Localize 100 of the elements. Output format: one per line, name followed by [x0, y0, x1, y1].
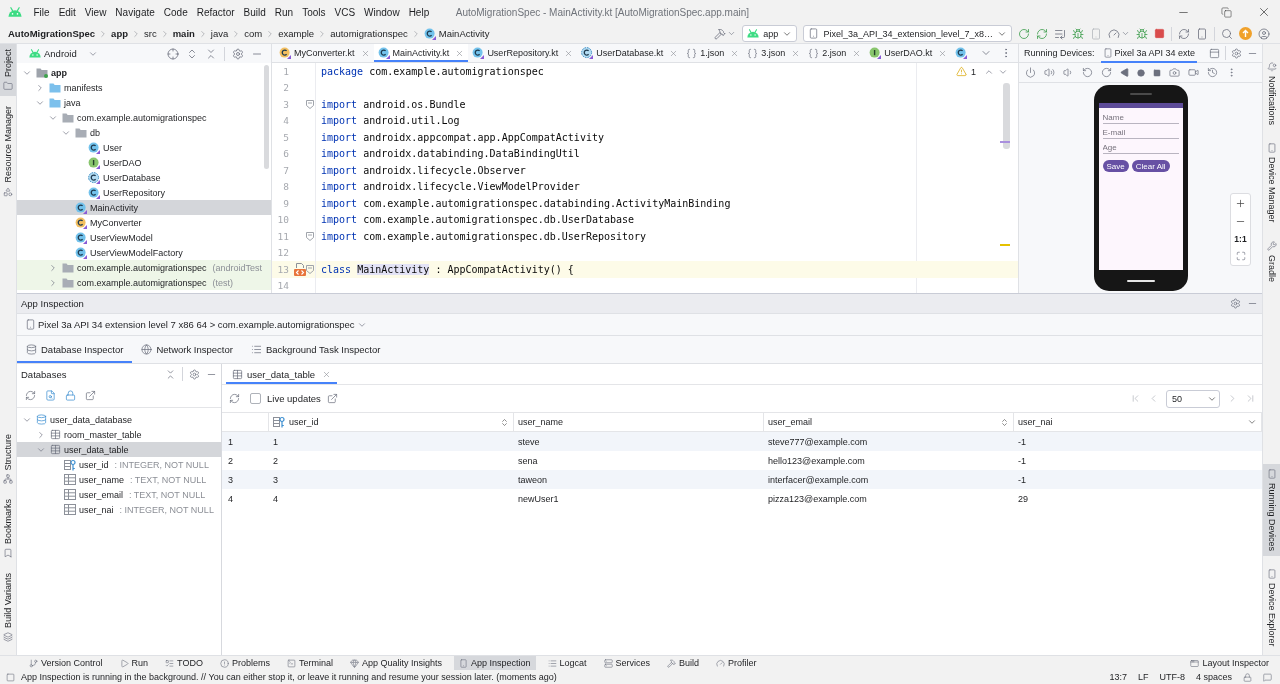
external-link-icon[interactable] — [85, 390, 96, 401]
tree-item[interactable]: user_name : TEXT, NOT NULL — [17, 472, 221, 487]
inspector-tab[interactable]: Database Inspector — [17, 336, 133, 363]
tool-window-button[interactable]: Profiler — [711, 656, 762, 670]
breadcrumb[interactable]: AutoMigrationSpec — [8, 28, 96, 39]
plus-icon[interactable] — [1235, 198, 1246, 209]
rotate-right-icon[interactable] — [1101, 67, 1112, 78]
menu-item[interactable]: VCS — [330, 1, 360, 23]
chevron-right-icon[interactable] — [48, 277, 58, 288]
tree-item[interactable]: UserViewModelFactory — [17, 245, 271, 260]
tree-item[interactable]: app — [17, 65, 271, 80]
tree-item[interactable]: java — [17, 95, 271, 110]
chevrons-down-up-icon[interactable] — [205, 47, 217, 60]
status-item[interactable]: LF — [1137, 672, 1149, 682]
tool-window-button[interactable]: App Quality Insights — [344, 656, 447, 670]
bug-icon[interactable] — [1136, 27, 1148, 40]
tree-item[interactable]: UserDAO — [17, 155, 271, 170]
tree-item[interactable]: UserViewModel — [17, 230, 271, 245]
tool-window-button[interactable]: Build Variants — [0, 568, 16, 647]
menu-item[interactable]: File — [29, 1, 55, 23]
breadcrumb[interactable]: MainActivity — [423, 27, 490, 40]
menu-item[interactable]: View — [80, 1, 111, 23]
search-icon[interactable] — [1221, 27, 1233, 40]
crosshair-icon[interactable] — [167, 47, 179, 60]
rotate-left-icon[interactable] — [1082, 67, 1093, 78]
camera-icon[interactable] — [1169, 67, 1180, 78]
actual-size-button[interactable]: 1:1 — [1234, 234, 1247, 244]
tree-item[interactable]: user_data_table — [17, 442, 221, 457]
tool-window-button[interactable]: Project — [0, 44, 16, 96]
chevron-right-icon[interactable] — [35, 82, 45, 93]
tree-item[interactable]: com.example.automigrationspec (androidTest — [17, 260, 271, 275]
column-header[interactable]: user_name — [514, 413, 764, 431]
menu-item[interactable]: Navigate — [110, 1, 160, 23]
breadcrumb[interactable]: automigrationspec — [330, 28, 408, 39]
tool-window-button[interactable]: Layout Inspector — [1185, 656, 1274, 670]
tool-window-button[interactable]: Terminal — [281, 656, 338, 670]
square-icon[interactable] — [6, 672, 15, 682]
text-field[interactable]: Name — [1102, 111, 1179, 124]
tree-item[interactable]: UserDatabase — [17, 170, 271, 185]
restore-icon[interactable] — [1221, 6, 1232, 18]
volume-up-icon[interactable] — [1044, 67, 1055, 78]
page-size-select[interactable]: 50 — [1166, 389, 1220, 408]
window-icon[interactable] — [1209, 47, 1220, 59]
status-item[interactable]: 4 spaces — [1195, 672, 1232, 682]
tree-item[interactable]: user_nai : INTEGER, NOT NULL — [17, 502, 221, 517]
fold-marker-icon[interactable] — [306, 264, 314, 274]
tool-window-button[interactable]: Structure — [0, 428, 16, 490]
chevrons-down-up-icon[interactable] — [165, 368, 176, 380]
tool-window-button[interactable]: Problems — [214, 656, 275, 670]
settings-icon[interactable] — [1230, 298, 1241, 309]
tree-item[interactable]: com.example.automigrationspec — [17, 110, 271, 125]
chevrons-up-down-icon[interactable] — [186, 47, 198, 60]
close-icon[interactable] — [455, 48, 465, 58]
tool-window-button[interactable]: Build — [662, 656, 705, 670]
status-item[interactable]: 13:7 — [1109, 672, 1127, 682]
breadcrumb[interactable]: app — [111, 28, 128, 39]
code-tag-icon[interactable] — [293, 262, 306, 276]
fit-screen-icon[interactable] — [1235, 251, 1246, 261]
back-triangle-icon[interactable] — [1120, 68, 1129, 77]
warning-count[interactable]: 1 — [971, 66, 976, 77]
file-search-icon[interactable] — [45, 390, 56, 401]
settings-icon[interactable] — [189, 368, 200, 380]
fold-marker-icon[interactable] — [306, 99, 314, 109]
breadcrumb[interactable]: main — [172, 28, 195, 39]
menu-item[interactable]: Edit — [54, 1, 81, 23]
editor-tab[interactable]: MyConverter.kt — [275, 44, 374, 62]
tool-window-button[interactable]: App Inspection — [454, 656, 536, 670]
refresh-arrows-icon[interactable] — [1036, 27, 1048, 40]
tool-window-button[interactable]: Notifications — [1263, 57, 1280, 131]
text-field[interactable]: E-mail — [1102, 126, 1179, 139]
inspector-tab[interactable]: Network Inspector — [132, 336, 242, 363]
editor-tab[interactable]: 3.json — [743, 44, 805, 62]
tool-window-button[interactable]: Bookmarks — [0, 494, 16, 564]
circular-arrow-icon[interactable] — [1018, 27, 1030, 40]
scrollbar-thumb[interactable] — [1003, 83, 1010, 149]
bug-icon[interactable] — [1072, 27, 1084, 40]
lock-icon[interactable] — [65, 390, 76, 401]
volume-down-icon[interactable] — [1063, 67, 1074, 78]
tree-item[interactable]: MainActivity — [17, 200, 271, 215]
menu-item[interactable]: Window — [359, 1, 405, 23]
stop-square-icon[interactable] — [1154, 28, 1165, 39]
user-circle-icon[interactable] — [1258, 27, 1270, 40]
chevron-right-icon[interactable] — [36, 429, 46, 440]
overview-square-icon[interactable] — [1153, 68, 1161, 77]
menu-item[interactable]: Tools — [297, 1, 330, 23]
table-tab[interactable]: user_data_table — [226, 364, 338, 384]
caret-icon[interactable] — [1247, 417, 1257, 427]
home-circle-icon[interactable] — [1137, 68, 1145, 77]
tree-item[interactable]: user_data_database — [17, 412, 221, 427]
speech-bubble-icon[interactable] — [1263, 672, 1272, 682]
tree-item[interactable]: User — [17, 140, 271, 155]
menu-item[interactable]: Code — [159, 1, 193, 23]
tool-window-button[interactable]: Device Explorer — [1263, 564, 1280, 652]
tool-window-button[interactable]: Device Manager — [1263, 138, 1280, 228]
tree-item[interactable]: user_email : TEXT, NOT NULL — [17, 487, 221, 502]
menu-item[interactable]: Run — [270, 1, 298, 23]
breadcrumb[interactable]: src — [144, 28, 157, 39]
warning-marker[interactable] — [1000, 244, 1010, 246]
menu-item[interactable]: Help — [404, 1, 434, 23]
breadcrumb[interactable]: com — [244, 28, 263, 39]
